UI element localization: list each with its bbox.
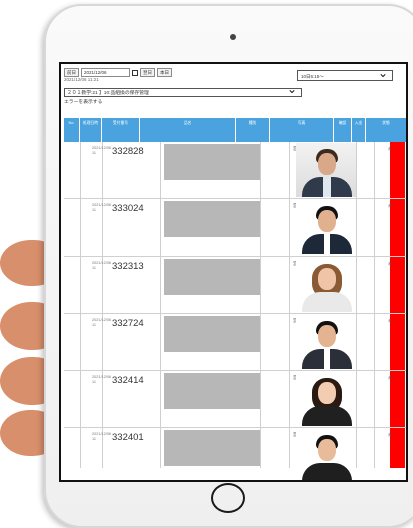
person-photo xyxy=(296,200,356,255)
row-date: 2021/12/06 11 xyxy=(92,203,112,213)
calendar-icon[interactable] xyxy=(132,69,138,76)
row-flag: 未 xyxy=(388,146,392,151)
row-date: 2021/12/06 11 xyxy=(92,432,112,442)
table-row[interactable]: 2021/12/06 11 332724 営通AT 未 xyxy=(64,314,406,372)
table-row[interactable]: 2021/12/06 11 332401 営通AT 未 xyxy=(64,428,406,480)
redacted-cell xyxy=(164,144,260,180)
row-date: 2021/12/06 11 xyxy=(92,317,112,327)
row-date: 2021/12/06 11 xyxy=(92,375,112,385)
row-flag: 未 xyxy=(388,260,392,266)
column-header: 写真 xyxy=(270,118,334,142)
process-select-value: ２０１教学:21 】10:品組換の保存管理 xyxy=(67,91,149,96)
camera-icon xyxy=(230,34,236,40)
row-date: 2021/12/06 11 xyxy=(92,260,112,270)
row-flag: 未 xyxy=(388,317,392,323)
redacted-cell xyxy=(164,258,260,295)
column-header: 品名 xyxy=(140,118,236,142)
date-toolbar: 前日 2021/12/06 翌日 本日 xyxy=(64,68,172,77)
row-id: 332828 xyxy=(112,146,144,157)
column-header: 入出 xyxy=(352,118,366,142)
today-button[interactable]: 本日 xyxy=(157,68,172,77)
row-flag: 未 xyxy=(388,203,392,209)
row-flag: 未 xyxy=(388,432,392,438)
data-table: 2021/12/06 11 332828 営通AT 未 2021/12/06 1… xyxy=(64,142,406,480)
time-select-value: 10日5:15〜 xyxy=(301,74,324,79)
redacted-cell xyxy=(164,430,260,467)
chevron-down-icon: ⌄ xyxy=(286,82,297,96)
row-id: 332313 xyxy=(112,260,144,272)
row-date: 2021/12/06 11 xyxy=(92,146,112,155)
next-day-button[interactable]: 翌日 xyxy=(140,68,155,77)
row-id: 333024 xyxy=(112,203,144,215)
table-row[interactable]: 2021/12/06 11 332313 営通AT 未 xyxy=(64,257,406,314)
person-photo xyxy=(296,372,356,427)
table-row[interactable]: 2021/12/06 11 332414 営通AT 未 xyxy=(64,371,406,429)
redacted-cell xyxy=(164,315,260,352)
column-header: 処理日時 xyxy=(80,118,102,142)
prev-day-button[interactable]: 前日 xyxy=(64,68,79,77)
chevron-down-icon: ⌄ xyxy=(377,66,388,80)
table-row[interactable]: 2021/12/06 11 333024 営通AT 未 xyxy=(64,199,406,257)
column-header: No. xyxy=(64,118,80,142)
home-button[interactable] xyxy=(211,483,245,513)
row-id: 332401 xyxy=(112,432,144,444)
row-id: 332724 xyxy=(112,317,144,329)
tablet-screen: 前日 2021/12/06 翌日 本日 2021/12/06 11:21 10日… xyxy=(59,62,408,482)
row-flag: 未 xyxy=(388,375,392,381)
process-select[interactable]: ２０１教学:21 】10:品組換の保存管理 ⌄ xyxy=(64,82,302,97)
show-errors-link[interactable]: エラーを表示する xyxy=(64,98,102,105)
person-photo xyxy=(296,314,356,369)
person-photo xyxy=(296,143,356,197)
person-photo xyxy=(296,257,356,312)
row-id: 332414 xyxy=(112,375,144,387)
person-photo xyxy=(296,429,356,480)
current-time: 2021/12/06 11:21 xyxy=(64,77,99,82)
table-row[interactable]: 2021/12/06 11 332828 営通AT 未 xyxy=(64,142,406,200)
column-header: 種別 xyxy=(236,118,270,142)
time-select[interactable]: 10日5:15〜 ⌄ xyxy=(297,66,393,81)
table-header: No. 処理日時 受付番号 品名 種別 写真 確認 入出 状態 xyxy=(64,118,406,142)
column-header: 受付番号 xyxy=(102,118,140,142)
column-header: 状態 xyxy=(382,121,390,125)
column-header: 確認 xyxy=(334,118,352,142)
date-input[interactable]: 2021/12/06 xyxy=(81,68,130,77)
redacted-cell xyxy=(164,373,260,410)
redacted-cell xyxy=(164,201,260,238)
